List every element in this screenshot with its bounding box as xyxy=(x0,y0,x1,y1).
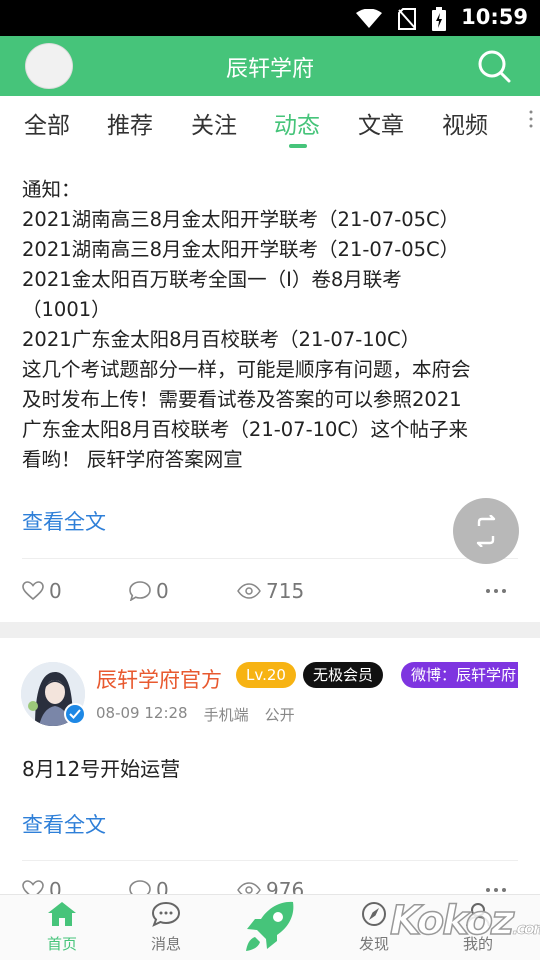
post-line: 2021湖南高三8月金太阳开学联考（21-07-05C） xyxy=(22,208,460,231)
rocket-icon[interactable] xyxy=(243,899,297,955)
wifi-icon xyxy=(356,9,382,28)
divider xyxy=(22,860,518,861)
post-card[interactable]: 辰轩学府官方 Lv.20 无极会员 微博：辰轩学府 08-09 12:28 手机… xyxy=(0,638,540,902)
active-tab-indicator xyxy=(289,144,307,148)
post-line: 2021金太阳百万联考全国一（I）卷8月联考 xyxy=(22,268,402,291)
comment-button[interactable]: 0 xyxy=(129,579,169,603)
nav-messages[interactable]: 消息 xyxy=(126,901,206,954)
view-count: 715 xyxy=(266,579,305,603)
level-badge: Lv.20 xyxy=(236,662,296,688)
comment-count: 0 xyxy=(156,579,169,603)
post-line: 看哟！ 辰轩学府答案网宣 xyxy=(22,448,243,471)
vip-badge: 无极会员 xyxy=(303,662,384,688)
nav-home-label: 首页 xyxy=(46,935,77,953)
status-bar: 10:59 xyxy=(0,0,540,36)
post-visibility: 公开 xyxy=(264,706,295,724)
tab-following[interactable]: 关注 xyxy=(191,106,237,140)
heart-icon xyxy=(22,581,44,601)
tab-recommend[interactable]: 推荐 xyxy=(107,106,153,140)
tab-feed[interactable]: 动态 xyxy=(274,106,320,140)
no-sim-icon xyxy=(398,8,416,30)
verified-icon xyxy=(64,703,86,725)
app-title: 辰轩学府 xyxy=(225,57,314,82)
read-more-link[interactable]: 查看全文 xyxy=(22,809,106,839)
weibo-badge: 微博：辰轩学府 xyxy=(401,662,518,688)
tab-overflow-icon[interactable] xyxy=(528,108,534,130)
tab-bar: 全部 推荐 关注 动态 文章 视频 xyxy=(0,96,540,150)
compass-icon xyxy=(362,902,386,926)
post-line: 这几个考试题部分一样，可能是顺序有问题，本府会 xyxy=(22,358,471,381)
tab-all[interactable]: 全部 xyxy=(24,106,70,140)
post-line: 2021广东金太阳8月百校联考（21-07-10C） xyxy=(22,328,421,351)
post-body: 通知： 2021湖南高三8月金太阳开学联考（21-07-05C） 2021湖南高… xyxy=(22,175,522,475)
message-icon xyxy=(151,901,181,927)
post-body: 8月12号开始运营 xyxy=(22,757,181,781)
read-more-link[interactable]: 查看全文 xyxy=(22,506,106,536)
eye-icon xyxy=(237,583,261,599)
tab-videos[interactable]: 视频 xyxy=(442,106,488,140)
status-time: 10:59 xyxy=(461,5,528,29)
more-options-icon[interactable] xyxy=(486,589,506,593)
like-count: 0 xyxy=(49,579,62,603)
post-device: 手机端 xyxy=(203,706,249,724)
watermark-logo: Kokoz.com xyxy=(389,897,540,945)
tab-articles[interactable]: 文章 xyxy=(358,106,404,140)
post-time: 08-09 12:28 xyxy=(96,704,188,722)
search-icon[interactable] xyxy=(476,48,512,84)
divider xyxy=(22,558,518,559)
nav-home[interactable]: 首页 xyxy=(22,901,102,954)
post-line: 2021湖南高三8月金太阳开学联考（21-07-05C） xyxy=(22,238,460,261)
comment-icon xyxy=(129,581,151,601)
post-line: 通知： xyxy=(22,178,81,201)
app-bar: 辰轩学府 xyxy=(0,36,540,96)
author-name[interactable]: 辰轩学府官方 xyxy=(96,664,222,694)
more-options-icon[interactable] xyxy=(486,888,506,892)
status-icons xyxy=(356,7,446,31)
battery-charging-icon xyxy=(432,7,446,31)
post-meta: 08-09 12:28 手机端 公开 xyxy=(96,704,295,725)
home-icon xyxy=(48,902,76,926)
like-button[interactable]: 0 xyxy=(22,579,62,603)
post-line: 广东金太阳8月百校联考（21-07-10C）这个帖子来 xyxy=(22,418,469,441)
refresh-icon xyxy=(476,515,496,547)
nav-messages-label: 消息 xyxy=(150,935,181,953)
post-line: 及时发布上传！需要看试卷及答案的可以参照2021 xyxy=(22,388,462,411)
views-stat: 715 xyxy=(237,579,304,603)
post-line: （1001） xyxy=(22,298,111,321)
refresh-fab[interactable] xyxy=(453,498,519,564)
